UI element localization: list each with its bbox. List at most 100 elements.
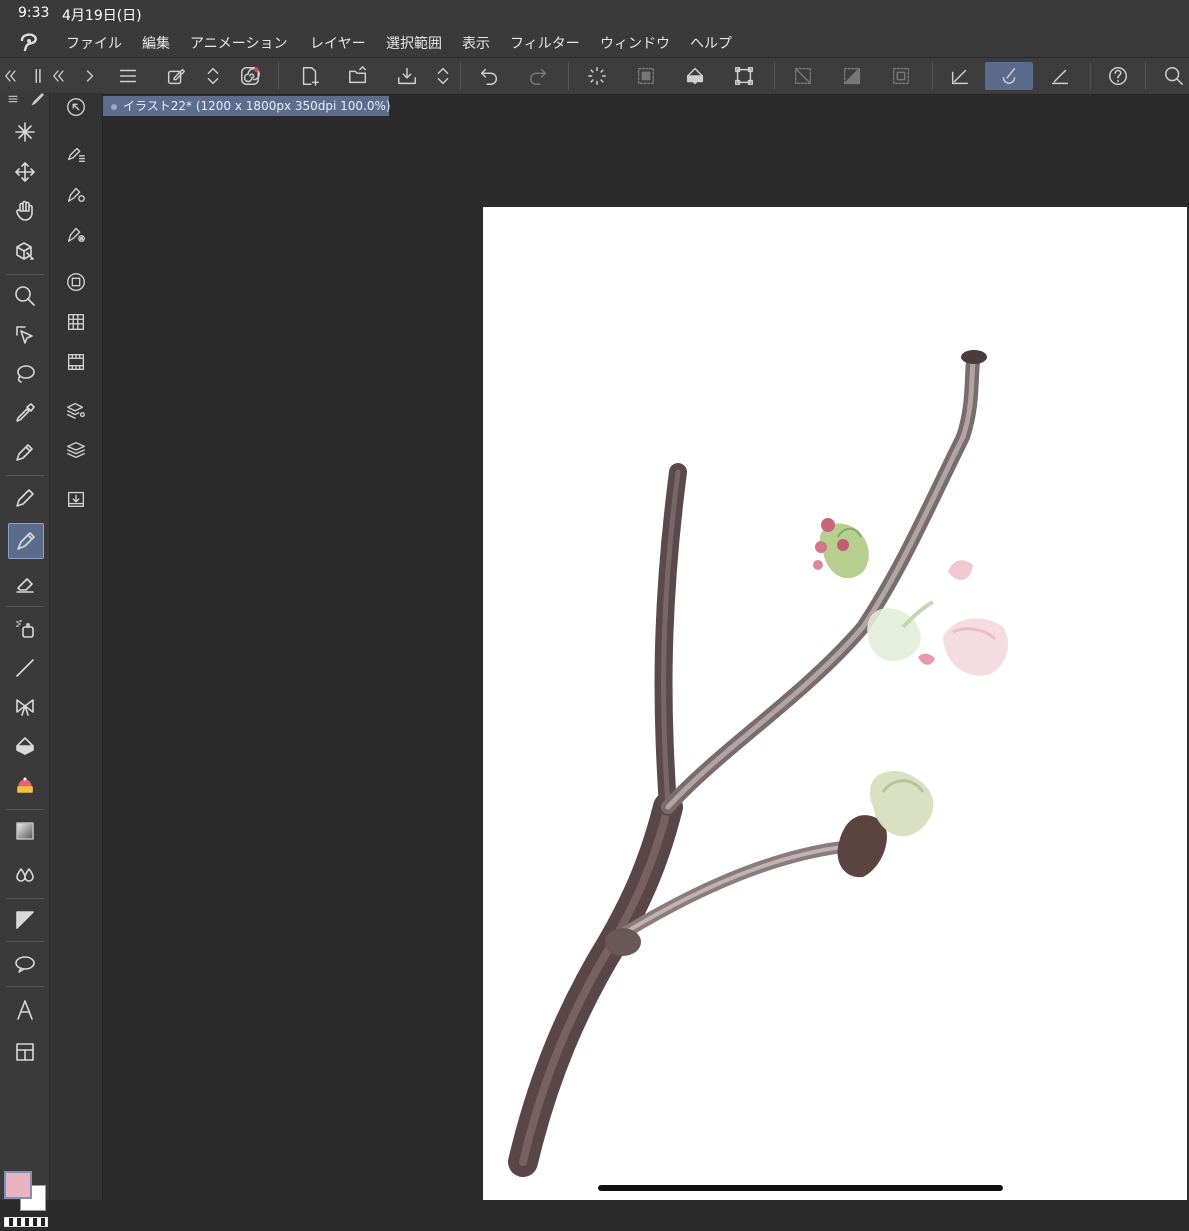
object-select-icon[interactable] xyxy=(8,234,42,268)
brush-icon[interactable] xyxy=(8,523,44,559)
color-indicator[interactable] xyxy=(4,1171,48,1231)
palette-menu-icon[interactable] xyxy=(6,91,22,107)
tool-separator xyxy=(6,986,44,987)
toolbar-separator xyxy=(932,62,933,90)
airbrush-icon[interactable] xyxy=(8,612,42,646)
new-document-icon[interactable] xyxy=(296,62,324,90)
app-logo-icon[interactable] xyxy=(18,30,42,54)
tool-separator xyxy=(6,898,44,899)
loading-icon[interactable] xyxy=(583,62,611,90)
up-down-icon-2[interactable] xyxy=(429,62,457,90)
search-icon[interactable] xyxy=(1160,62,1188,90)
expand-right-icon[interactable] xyxy=(80,62,100,90)
lasso-icon[interactable] xyxy=(8,357,42,391)
frame-icon[interactable] xyxy=(8,903,42,937)
edit-icon[interactable] xyxy=(162,62,190,90)
decoration-icon[interactable] xyxy=(8,690,42,724)
pencil-indicator-icon xyxy=(30,91,46,107)
layer-icon[interactable] xyxy=(62,436,90,464)
home-indicator xyxy=(598,1185,1003,1191)
transparent-swatch[interactable] xyxy=(4,1217,48,1227)
balloon-icon[interactable] xyxy=(8,947,42,981)
timeline-icon[interactable] xyxy=(62,348,90,376)
menu-window[interactable]: ウィンドウ xyxy=(600,33,670,53)
undo-icon[interactable] xyxy=(475,62,503,90)
selection-border-icon[interactable] xyxy=(887,62,915,90)
toolbar-separator xyxy=(774,62,775,90)
transform-icon[interactable] xyxy=(730,62,758,90)
color-set-icon[interactable] xyxy=(62,308,90,336)
toolbar-separator xyxy=(1145,62,1146,90)
sub-tool-icon[interactable] xyxy=(62,140,90,168)
tool-separator xyxy=(6,606,44,607)
material-icon[interactable] xyxy=(62,485,90,513)
pen-settings-icon[interactable] xyxy=(1046,62,1074,90)
tool-separator xyxy=(6,475,44,476)
menu-selection[interactable]: 選択範囲 xyxy=(386,33,442,53)
collapse-left-icon[interactable] xyxy=(0,62,20,90)
text-icon[interactable] xyxy=(8,993,42,1027)
tool-separator xyxy=(6,941,44,942)
color-wheel-icon[interactable] xyxy=(62,268,90,296)
toolbar-separator xyxy=(1090,62,1091,90)
up-down-icon[interactable] xyxy=(199,62,227,90)
unsaved-dot-icon xyxy=(111,103,117,110)
brush-stabilizer-icon[interactable] xyxy=(985,62,1033,90)
brush-size-icon[interactable] xyxy=(62,220,90,248)
open-folder-icon[interactable] xyxy=(344,62,372,90)
command-bar xyxy=(0,57,1189,95)
status-date: 4月19日(日) xyxy=(62,8,142,24)
main-color-swatch[interactable] xyxy=(4,1171,32,1199)
hand-icon[interactable] xyxy=(8,194,42,228)
menu-edit[interactable]: 編集 xyxy=(142,33,170,53)
menu-animation[interactable]: アニメーション xyxy=(190,33,287,53)
branch-illustration xyxy=(508,350,1008,1177)
gradient-icon[interactable] xyxy=(8,814,42,848)
collapse-left-icon-2[interactable] xyxy=(48,62,68,90)
tool-property-icon[interactable] xyxy=(62,180,90,208)
spiral-icon[interactable] xyxy=(236,62,264,90)
save-icon[interactable] xyxy=(393,62,421,90)
menu-help[interactable]: ヘルプ xyxy=(690,33,732,53)
tool-separator xyxy=(6,809,44,810)
tool-separator xyxy=(6,274,44,275)
deselect-icon[interactable] xyxy=(789,62,817,90)
line-icon[interactable] xyxy=(8,651,42,685)
fill-tool-icon[interactable] xyxy=(8,729,42,763)
layout-icon[interactable] xyxy=(8,1035,42,1069)
select-all-icon[interactable] xyxy=(632,62,660,90)
select-icon[interactable] xyxy=(8,318,42,352)
help-icon[interactable] xyxy=(1104,62,1132,90)
eyedropper-icon[interactable] xyxy=(8,396,42,430)
sparkle-icon[interactable] xyxy=(8,115,42,149)
blend-icon[interactable] xyxy=(8,858,42,892)
pencil-icon[interactable] xyxy=(8,481,42,515)
document-tab-label: イラスト22* (1200 x 1800px 350dpi 100.0%) xyxy=(123,99,391,113)
menu-bar: ファイル 編集 アニメーション レイヤー 選択範囲 表示 フィルター ウィンドウ… xyxy=(0,28,1189,57)
menu-view[interactable]: 表示 xyxy=(462,33,490,53)
canvas[interactable] xyxy=(483,207,1187,1200)
invert-selection-icon[interactable] xyxy=(838,62,866,90)
navigator-icon[interactable] xyxy=(62,93,90,121)
menu-layer[interactable]: レイヤー xyxy=(310,33,366,53)
toolbar-separator xyxy=(460,62,461,90)
eraser-icon[interactable] xyxy=(8,567,42,601)
menu-filter[interactable]: フィルター xyxy=(510,33,580,53)
layer-property-icon[interactable] xyxy=(62,396,90,424)
status-bar: 9:33 4月19日(日) xyxy=(0,0,1189,28)
palette-handle-icon[interactable] xyxy=(28,62,50,90)
menu-file[interactable]: ファイル xyxy=(66,33,122,53)
cake-icon[interactable] xyxy=(8,768,42,802)
fill-icon[interactable] xyxy=(681,62,709,90)
status-time: 9:33 xyxy=(18,5,50,21)
document-tab[interactable]: イラスト22* (1200 x 1800px 350dpi 100.0%) xyxy=(103,96,391,116)
ruler-icon[interactable] xyxy=(946,62,974,90)
zoom-icon[interactable] xyxy=(8,279,42,313)
toolbar-separator xyxy=(568,62,569,90)
tool-palette xyxy=(0,91,50,1227)
menu-icon[interactable] xyxy=(114,62,142,90)
move-icon[interactable] xyxy=(8,155,42,189)
pen-icon[interactable] xyxy=(8,435,42,469)
redo-icon[interactable] xyxy=(524,62,552,90)
sub-palette-bar xyxy=(50,93,103,1200)
